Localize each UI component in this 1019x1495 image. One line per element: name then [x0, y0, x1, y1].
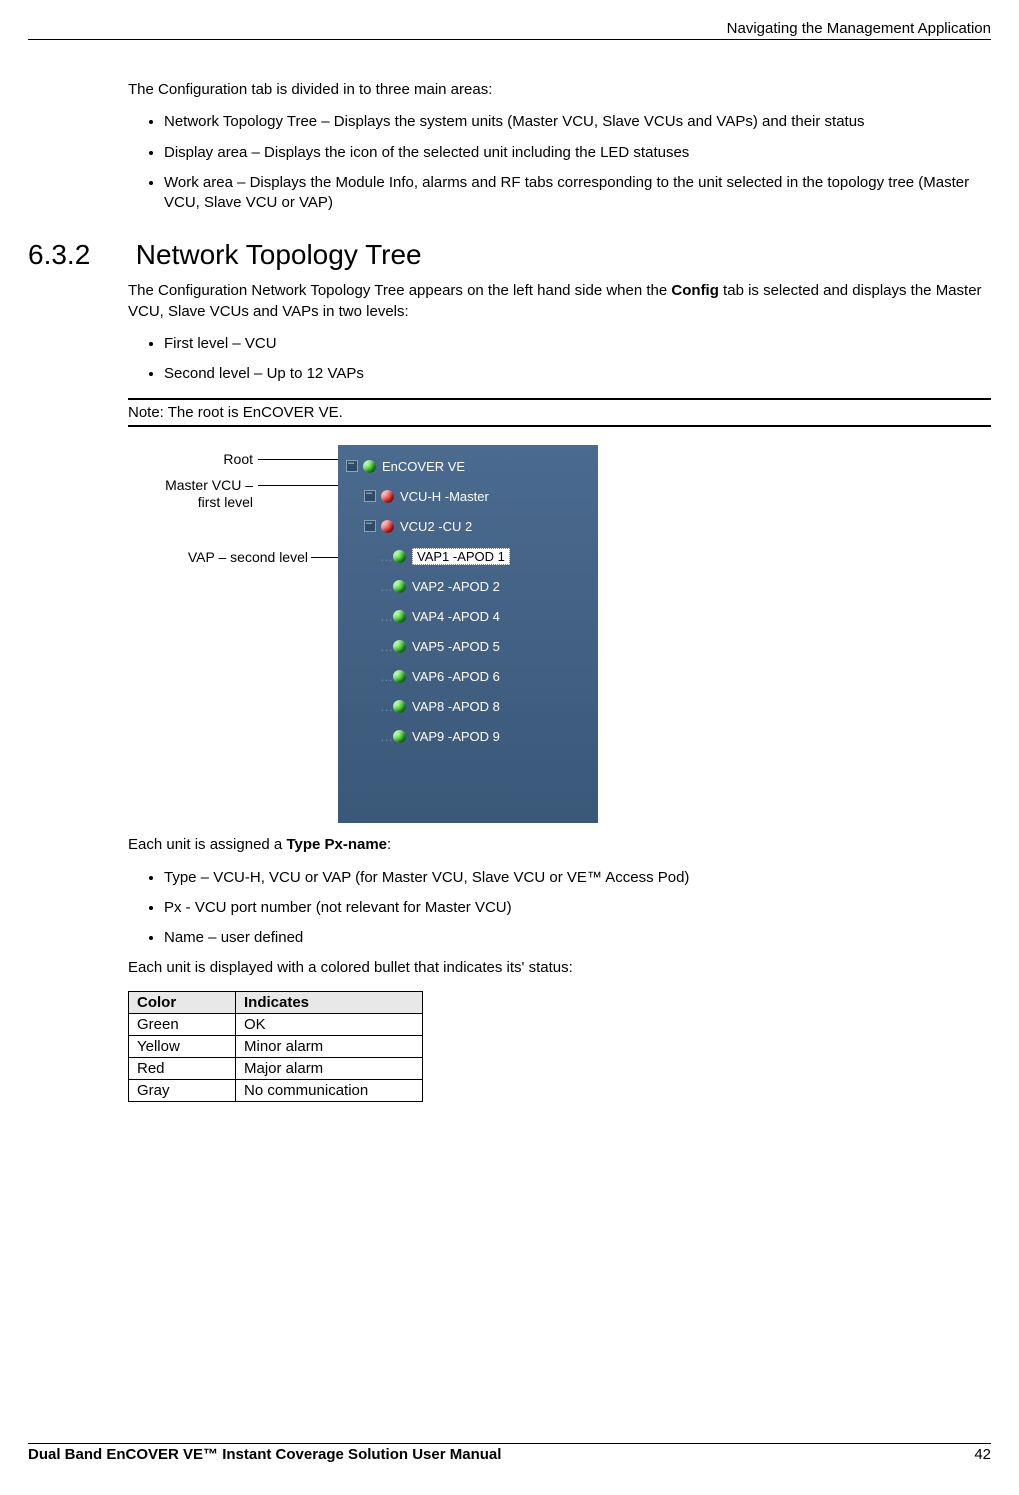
status-bullet-icon — [363, 460, 376, 473]
tree-node[interactable]: … VAP1 -APOD 1 — [338, 541, 598, 571]
intro-paragraph: The Configuration tab is divided in to t… — [128, 80, 991, 100]
status-bullet-icon — [393, 610, 406, 623]
tree-node-label: VAP6 -APOD 6 — [412, 669, 500, 684]
text: The Configuration Network Topology Tree … — [128, 282, 671, 299]
typepx-list: Type – VCU-H, VCU or VAP (for Master VCU… — [128, 868, 991, 949]
list-item: Display area – Displays the icon of the … — [164, 143, 991, 163]
list-item: Type – VCU-H, VCU or VAP (for Master VCU… — [164, 868, 991, 888]
tree-connector-icon: … — [380, 549, 391, 564]
typepx-intro: Each unit is assigned a Type Px-name: — [128, 835, 991, 855]
table-cell: No communication — [236, 1079, 423, 1101]
table-row: Yellow Minor alarm — [129, 1035, 423, 1057]
list-item: Name – user defined — [164, 928, 991, 948]
tree-connector-icon: … — [380, 609, 391, 624]
tree-connector-icon: … — [380, 729, 391, 744]
status-color-table: Color Indicates Green OK Yellow Minor al… — [128, 991, 423, 1102]
tree-node-label: EnCOVER VE — [382, 459, 465, 474]
table-row: Gray No communication — [129, 1079, 423, 1101]
text: Each unit is assigned a — [128, 836, 286, 853]
tree-node[interactable]: … VAP4 -APOD 4 — [338, 601, 598, 631]
table-cell: Red — [129, 1057, 236, 1079]
table-row: Green OK — [129, 1013, 423, 1035]
table-cell: Gray — [129, 1079, 236, 1101]
table-header: Indicates — [236, 991, 423, 1013]
section-paragraph: The Configuration Network Topology Tree … — [128, 281, 991, 322]
table-cell: Green — [129, 1013, 236, 1035]
list-item: Px - VCU port number (not relevant for M… — [164, 898, 991, 918]
tree-node-label: VAP4 -APOD 4 — [412, 609, 500, 624]
table-cell: Yellow — [129, 1035, 236, 1057]
table-cell: OK — [236, 1013, 423, 1035]
tree-node[interactable]: … VAP8 -APOD 8 — [338, 691, 598, 721]
tree-toggle-icon[interactable] — [346, 460, 358, 472]
footer-title: Dual Band EnCOVER VE™ Instant Coverage S… — [28, 1446, 501, 1463]
tree-node[interactable]: VCU2 -CU 2 — [338, 511, 598, 541]
tree-node[interactable]: … VAP9 -APOD 9 — [338, 721, 598, 751]
table-header: Color — [129, 991, 236, 1013]
topology-tree-panel: EnCOVER VE VCU-H -Master VCU2 -CU 2 … VAP1 -… — [338, 445, 598, 823]
tree-node[interactable]: … VAP6 -APOD 6 — [338, 661, 598, 691]
text: : — [387, 836, 391, 853]
tree-node-label: VAP2 -APOD 2 — [412, 579, 500, 594]
page-footer: Dual Band EnCOVER VE™ Instant Coverage S… — [28, 1443, 991, 1463]
text: first level — [198, 494, 253, 510]
status-bullet-icon — [393, 640, 406, 653]
section-heading: 6.3.2 Network Topology Tree — [28, 239, 991, 271]
tree-node-label: VAP8 -APOD 8 — [412, 699, 500, 714]
status-intro: Each unit is displayed with a colored bu… — [128, 958, 991, 978]
tree-toggle-icon[interactable] — [364, 490, 376, 502]
list-item: Network Topology Tree – Displays the sys… — [164, 112, 991, 132]
topology-figure: Root Master VCU – first level VAP – seco… — [128, 445, 991, 825]
tree-node-label: VAP1 -APOD 1 — [412, 548, 510, 565]
callout-root: Root — [128, 451, 253, 468]
tree-node-label: VCU-H -Master — [400, 489, 489, 504]
table-cell: Minor alarm — [236, 1035, 423, 1057]
list-item: Second level – Up to 12 VAPs — [164, 364, 991, 384]
list-item: First level – VCU — [164, 334, 991, 354]
tree-connector-icon: … — [380, 579, 391, 594]
status-bullet-icon — [393, 670, 406, 683]
section-title: Network Topology Tree — [136, 239, 422, 270]
status-bullet-icon — [393, 700, 406, 713]
text: Master VCU – — [165, 477, 253, 493]
tree-node[interactable]: … VAP2 -APOD 2 — [338, 571, 598, 601]
tree-connector-icon: … — [380, 639, 391, 654]
tree-node[interactable]: VCU-H -Master — [338, 481, 598, 511]
status-bullet-icon — [393, 580, 406, 593]
callout-master: Master VCU – first level — [128, 477, 253, 511]
tree-toggle-icon[interactable] — [364, 520, 376, 532]
table-row: Red Major alarm — [129, 1057, 423, 1079]
section-number: 6.3.2 — [28, 239, 128, 271]
levels-list: First level – VCU Second level – Up to 1… — [128, 334, 991, 385]
intro-list: Network Topology Tree – Displays the sys… — [128, 112, 991, 213]
status-bullet-icon — [393, 730, 406, 743]
note-box: Note: The root is EnCOVER VE. — [128, 398, 991, 427]
status-bullet-icon — [393, 550, 406, 563]
table-header-row: Color Indicates — [129, 991, 423, 1013]
tree-node-label: VCU2 -CU 2 — [400, 519, 472, 534]
list-item: Work area – Displays the Module Info, al… — [164, 173, 991, 214]
page-number: 42 — [974, 1446, 991, 1463]
tree-node-label: VAP9 -APOD 9 — [412, 729, 500, 744]
tree-connector-icon: … — [380, 669, 391, 684]
bold-text: Type Px-name — [286, 836, 387, 853]
table-cell: Major alarm — [236, 1057, 423, 1079]
callout-vap: VAP – second level — [128, 549, 308, 566]
tree-node-label: VAP5 -APOD 5 — [412, 639, 500, 654]
running-header: Navigating the Management Application — [28, 20, 991, 40]
status-bullet-icon — [381, 520, 394, 533]
tree-connector-icon: … — [380, 699, 391, 714]
tree-node[interactable]: EnCOVER VE — [338, 451, 598, 481]
tree-node[interactable]: … VAP5 -APOD 5 — [338, 631, 598, 661]
status-bullet-icon — [381, 490, 394, 503]
bold-text: Config — [671, 282, 718, 299]
